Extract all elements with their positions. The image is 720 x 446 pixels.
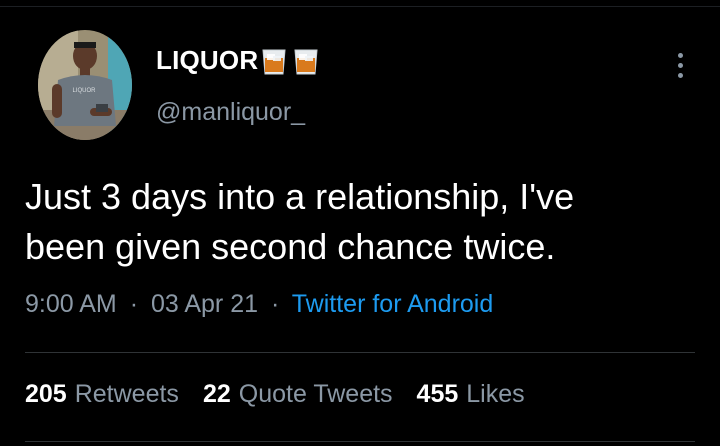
whisky-glass-icon — [262, 49, 286, 74]
tweet-date[interactable]: 03 Apr 21 — [151, 290, 258, 318]
tweet-time[interactable]: 9:00 AM — [25, 290, 117, 318]
more-dot-icon — [677, 52, 683, 58]
avatar-shirt-logo: LIQUOR — [72, 88, 96, 94]
tweet-stats: 205 Retweets 22 Quote Tweets 455 Likes — [25, 380, 525, 409]
emoji-group — [260, 46, 320, 76]
avatar[interactable]: LIQUOR — [38, 30, 132, 140]
meta-separator: · — [270, 290, 280, 318]
retweets-stat[interactable]: 205 Retweets — [25, 380, 179, 409]
tweet-meta: 9:00 AM · 03 Apr 21 · Twitter for Androi… — [25, 290, 493, 319]
more-options-button[interactable] — [668, 48, 692, 82]
meta-separator: · — [129, 290, 139, 318]
avatar-photo: LIQUOR — [38, 30, 132, 140]
likes-label: Likes — [466, 380, 525, 408]
quote-tweets-label: Quote Tweets — [238, 380, 393, 408]
display-name-text: LIQUOR — [156, 45, 259, 75]
retweets-count: 205 — [25, 380, 67, 408]
user-handle[interactable]: @manliquor_ — [156, 98, 305, 127]
tweet-source-link[interactable]: Twitter for Android — [292, 290, 493, 318]
display-name[interactable]: LIQUOR — [156, 45, 320, 76]
likes-count: 455 — [416, 380, 459, 408]
retweets-label: Retweets — [74, 380, 179, 408]
likes-stat[interactable]: 455 Likes — [417, 380, 525, 409]
quote-tweets-count: 22 — [202, 380, 231, 408]
divider — [25, 441, 695, 442]
more-dot-icon — [677, 72, 683, 78]
divider — [25, 352, 695, 353]
quote-tweets-stat[interactable]: 22 Quote Tweets — [203, 380, 393, 409]
more-dot-icon — [677, 62, 683, 68]
tweet-text: Just 3 days into a relationship, I've be… — [25, 176, 575, 267]
top-border — [0, 0, 720, 7]
whisky-glass-icon — [294, 49, 318, 74]
